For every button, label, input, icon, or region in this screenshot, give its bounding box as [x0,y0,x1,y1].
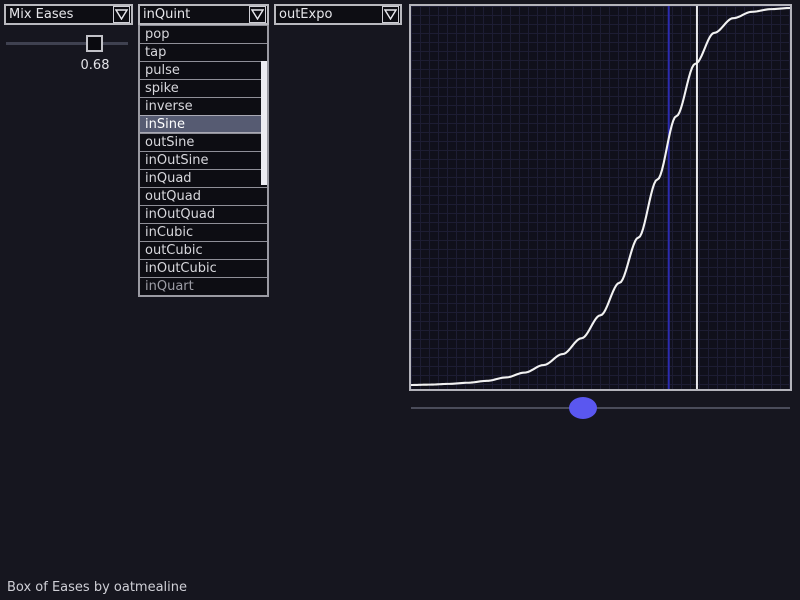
ease-option-label: inCubic [145,225,194,240]
ease-b-dropdown-label: outExpo [279,7,333,22]
ease-option-label: inOutSine [145,153,209,168]
ease-option-inOutQuad[interactable]: inOutQuad [140,205,267,223]
ease-option-label: inOutQuad [145,207,216,222]
graph-plot [411,6,790,389]
ease-option-inverse[interactable]: inverse [140,97,267,115]
ease-option-pop[interactable]: pop [140,25,267,43]
ease-option-label: tap [145,45,167,60]
chevron-down-icon[interactable] [382,6,399,23]
ease-a-option-list[interactable]: pop tap pulse spike inverse inSine outSine inOu… [138,25,269,297]
ease-option-inQuart[interactable]: inQuart [140,277,267,295]
ease-a-dropdown[interactable]: inQuint [138,4,269,25]
ease-b-dropdown[interactable]: outExpo [274,4,402,25]
ease-option-label: pop [145,27,170,42]
ease-a-dropdown-label: inQuint [143,7,191,22]
mix-eases-dropdown[interactable]: Mix Eases [4,4,133,25]
mix-amount-slider-knob[interactable] [86,35,103,52]
mix-amount-value: 0.68 [80,58,110,73]
ease-option-label: inQuart [145,279,194,294]
ease-option-label: outSine [145,135,195,150]
chevron-down-icon[interactable] [113,6,130,23]
ease-curve-line [411,6,790,387]
ease-option-label: outQuad [145,189,201,204]
ease-option-label: spike [145,81,179,96]
playhead-slider-track[interactable] [411,407,790,409]
chevron-down-icon[interactable] [249,6,266,23]
ease-curve-graph [409,4,792,391]
ease-option-inCubic[interactable]: inCubic [140,223,267,241]
ease-option-label: inSine [145,117,185,132]
ease-option-inOutCubic[interactable]: inOutCubic [140,259,267,277]
ease-option-inQuad[interactable]: inQuad [140,169,267,187]
ease-option-label: inQuad [145,171,192,186]
ease-a-option-list-scrollbar[interactable] [261,61,267,185]
ease-option-outSine[interactable]: outSine [140,133,267,151]
mix-amount-slider-track[interactable] [6,42,128,45]
ease-option-outCubic[interactable]: outCubic [140,241,267,259]
ease-option-pulse[interactable]: pulse [140,61,267,79]
ease-option-label: inOutCubic [145,261,217,276]
ease-option-inOutSine[interactable]: inOutSine [140,151,267,169]
ease-option-spike[interactable]: spike [140,79,267,97]
footer-credit: Box of Eases by oatmealine [7,580,188,595]
ease-option-tap[interactable]: tap [140,43,267,61]
ease-option-label: pulse [145,63,180,78]
ease-option-outQuad[interactable]: outQuad [140,187,267,205]
mix-amount-slider[interactable]: 0.68 [0,30,136,73]
ease-option-inSine[interactable]: inSine [140,115,267,133]
mix-eases-dropdown-label: Mix Eases [9,7,74,22]
ease-option-label: inverse [145,99,193,114]
ease-option-label: outCubic [145,243,203,258]
playhead-slider-knob[interactable] [569,397,598,419]
